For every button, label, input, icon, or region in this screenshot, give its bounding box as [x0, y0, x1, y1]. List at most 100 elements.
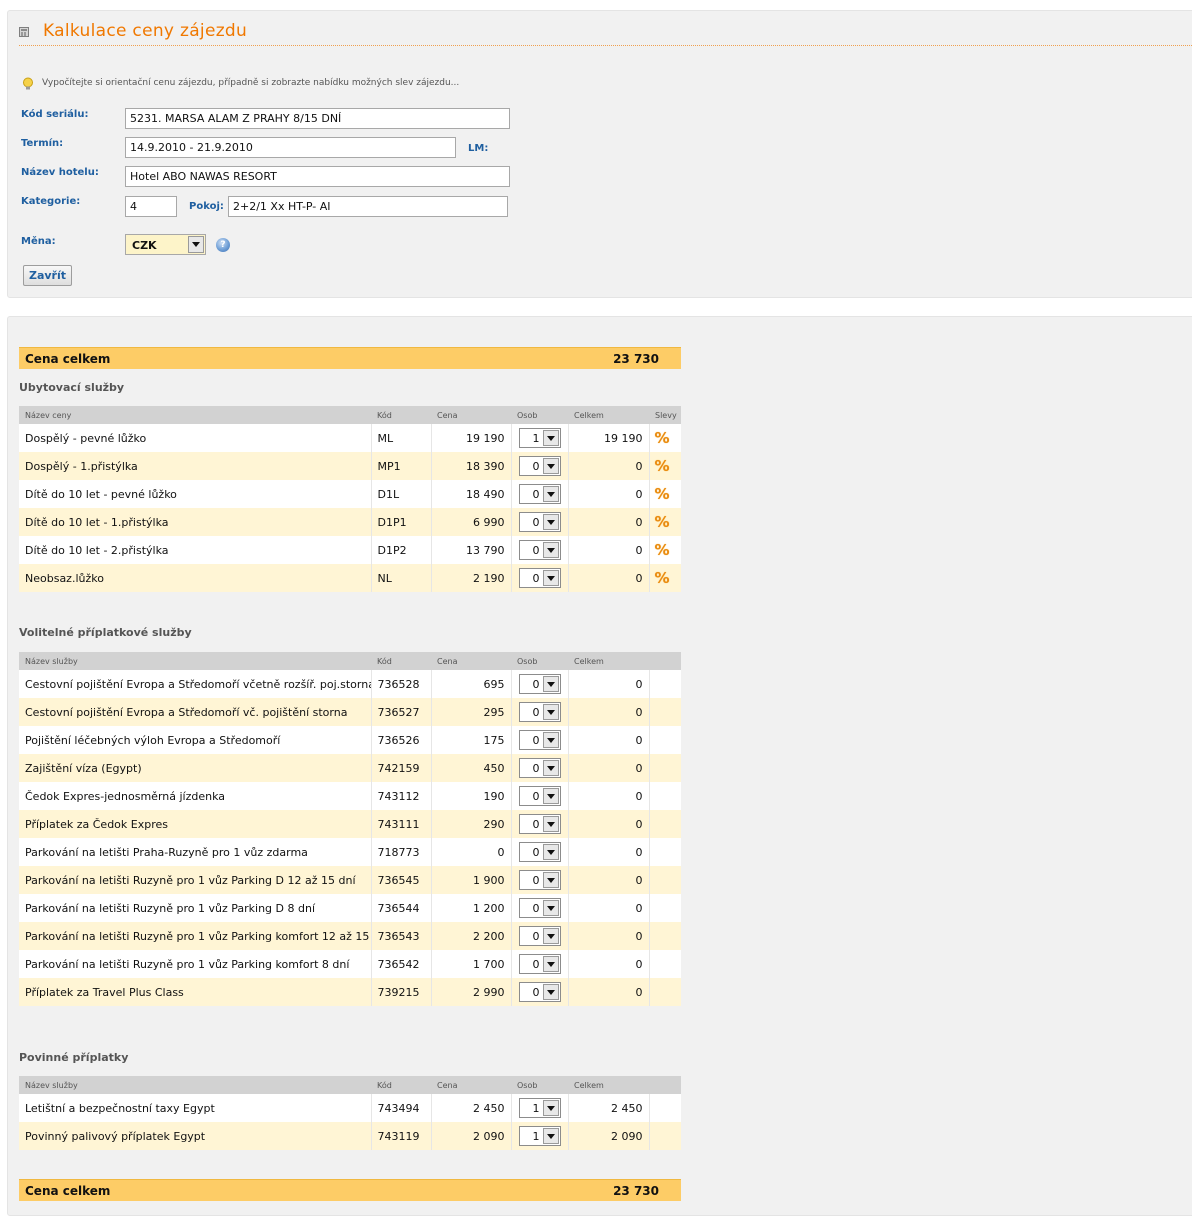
- service-price: 18 390: [430, 452, 511, 480]
- column-header: Kód: [371, 652, 431, 670]
- percent-discount-icon[interactable]: %: [655, 485, 670, 503]
- chevron-down-icon[interactable]: [542, 704, 559, 720]
- percent-discount-icon[interactable]: %: [655, 513, 670, 531]
- chevron-down-icon[interactable]: [542, 928, 559, 944]
- percent-discount-icon[interactable]: %: [655, 569, 670, 587]
- pokoj-field[interactable]: 2+2/1 Xx HT-P- AI: [228, 196, 508, 217]
- quantity-select[interactable]: 1: [518, 428, 561, 448]
- total-label: Cena celkem: [25, 352, 111, 366]
- chevron-down-icon[interactable]: [542, 542, 559, 558]
- quantity-value: 1: [532, 1130, 540, 1143]
- quantity-select[interactable]: 0: [518, 674, 561, 694]
- table-row: Dítě do 10 let - 1.přistýlka D1P1 6 990 0 0%: [19, 508, 681, 536]
- service-code: 743494: [370, 1094, 431, 1122]
- quantity-select[interactable]: 1: [518, 1098, 561, 1118]
- quantity-select[interactable]: 0: [518, 926, 561, 946]
- service-code: 736526: [370, 726, 431, 754]
- chevron-down-icon[interactable]: [542, 1128, 559, 1144]
- chevron-down-icon[interactable]: [542, 570, 559, 586]
- quantity-cell: 1: [510, 1122, 568, 1150]
- table-row: Cestovní pojištění Evropa a Středomoří v…: [19, 698, 681, 726]
- quantity-select[interactable]: 0: [518, 758, 561, 778]
- chevron-down-icon[interactable]: [542, 732, 559, 748]
- quantity-value: 1: [532, 1102, 540, 1115]
- section-title-ubytovaci: Ubytovací služby: [19, 381, 125, 394]
- service-name: Pojištění léčebných výloh Evropa a Střed…: [19, 726, 371, 754]
- discount-cell: [648, 670, 681, 698]
- quantity-select[interactable]: 0: [518, 568, 561, 588]
- chevron-down-icon[interactable]: [542, 760, 559, 776]
- service-price: 2 190: [430, 564, 511, 592]
- service-code: 736543: [370, 922, 431, 950]
- service-price: 18 490: [430, 480, 511, 508]
- percent-discount-icon[interactable]: %: [655, 541, 670, 559]
- service-code: 736545: [370, 866, 431, 894]
- chevron-down-icon[interactable]: [542, 514, 559, 530]
- kod-field[interactable]: 5231. MARSA ALAM Z PRAHY 8/15 DNÍ: [125, 108, 510, 129]
- quantity-select[interactable]: 1: [518, 1126, 561, 1146]
- quantity-select[interactable]: 0: [518, 954, 561, 974]
- column-header: [649, 652, 681, 670]
- discount-cell: %: [648, 480, 681, 508]
- chevron-down-icon[interactable]: [542, 458, 559, 474]
- service-name: Dospělý - 1.přistýlka: [19, 452, 371, 480]
- quantity-select[interactable]: 0: [518, 512, 561, 532]
- kategorie-label: Kategorie:: [21, 196, 81, 207]
- service-price: 695: [430, 670, 511, 698]
- discount-cell: [648, 978, 681, 1006]
- mena-label: Měna:: [21, 236, 56, 247]
- percent-discount-icon[interactable]: %: [655, 429, 670, 447]
- ubytovaci-table: Název ceny Kód Cena Osob Celkem Slevy Dospělý…: [19, 406, 681, 592]
- termin-field[interactable]: 14.9.2010 - 21.9.2010: [125, 137, 456, 158]
- kategorie-field[interactable]: 4: [125, 196, 177, 217]
- pokoj-label: Pokoj:: [189, 201, 224, 212]
- hotel-field[interactable]: Hotel ABO NAWAS RESORT: [125, 166, 510, 187]
- service-total: 0: [567, 894, 649, 922]
- help-icon[interactable]: ?: [216, 238, 230, 252]
- currency-select[interactable]: CZK: [125, 234, 206, 255]
- service-name: Dítě do 10 let - 1.přistýlka: [19, 508, 371, 536]
- quantity-select[interactable]: 0: [518, 702, 561, 722]
- chevron-down-icon[interactable]: [542, 984, 559, 1000]
- quantity-select[interactable]: 0: [518, 484, 561, 504]
- percent-discount-icon[interactable]: %: [655, 457, 670, 475]
- quantity-select[interactable]: 0: [518, 898, 561, 918]
- chevron-down-icon[interactable]: [542, 900, 559, 916]
- quantity-select[interactable]: 0: [518, 814, 561, 834]
- chevron-down-icon[interactable]: [542, 872, 559, 888]
- quantity-value: 0: [532, 544, 540, 557]
- chevron-down-icon[interactable]: [542, 430, 559, 446]
- chevron-down-icon[interactable]: [542, 788, 559, 804]
- quantity-cell: 0: [510, 754, 568, 782]
- quantity-select[interactable]: 0: [518, 786, 561, 806]
- column-header: Kód: [371, 1076, 431, 1094]
- service-name: Parkování na letišti Praha-Ruzyně pro 1 …: [19, 838, 371, 866]
- chevron-down-icon[interactable]: [542, 956, 559, 972]
- column-header: Název ceny: [19, 406, 371, 424]
- quantity-value: 0: [532, 874, 540, 887]
- chevron-down-icon[interactable]: [542, 676, 559, 692]
- service-total: 0: [567, 480, 649, 508]
- chevron-down-icon[interactable]: [188, 236, 204, 253]
- service-total: 0: [567, 754, 649, 782]
- quantity-select[interactable]: 0: [518, 456, 561, 476]
- quantity-cell: 0: [510, 670, 568, 698]
- table-row: Parkování na letišti Ruzyně pro 1 vůz Pa…: [19, 866, 681, 894]
- quantity-select[interactable]: 0: [518, 730, 561, 750]
- discount-cell: [648, 838, 681, 866]
- quantity-select[interactable]: 0: [518, 540, 561, 560]
- quantity-value: 0: [532, 930, 540, 943]
- chevron-down-icon[interactable]: [542, 1100, 559, 1116]
- chevron-down-icon[interactable]: [542, 816, 559, 832]
- service-price: 6 990: [430, 508, 511, 536]
- service-price: 175: [430, 726, 511, 754]
- total-bar-bottom: Cena celkem 23 730: [19, 1179, 681, 1201]
- quantity-select[interactable]: 0: [518, 870, 561, 890]
- chevron-down-icon[interactable]: [542, 844, 559, 860]
- quantity-select[interactable]: 0: [518, 982, 561, 1002]
- close-button[interactable]: Zavřít: [23, 265, 72, 286]
- table-row: Parkování na letišti Praha-Ruzyně pro 1 …: [19, 838, 681, 866]
- quantity-select[interactable]: 0: [518, 842, 561, 862]
- chevron-down-icon[interactable]: [542, 486, 559, 502]
- section-title-volitelne: Volitelné příplatkové služby: [19, 626, 192, 639]
